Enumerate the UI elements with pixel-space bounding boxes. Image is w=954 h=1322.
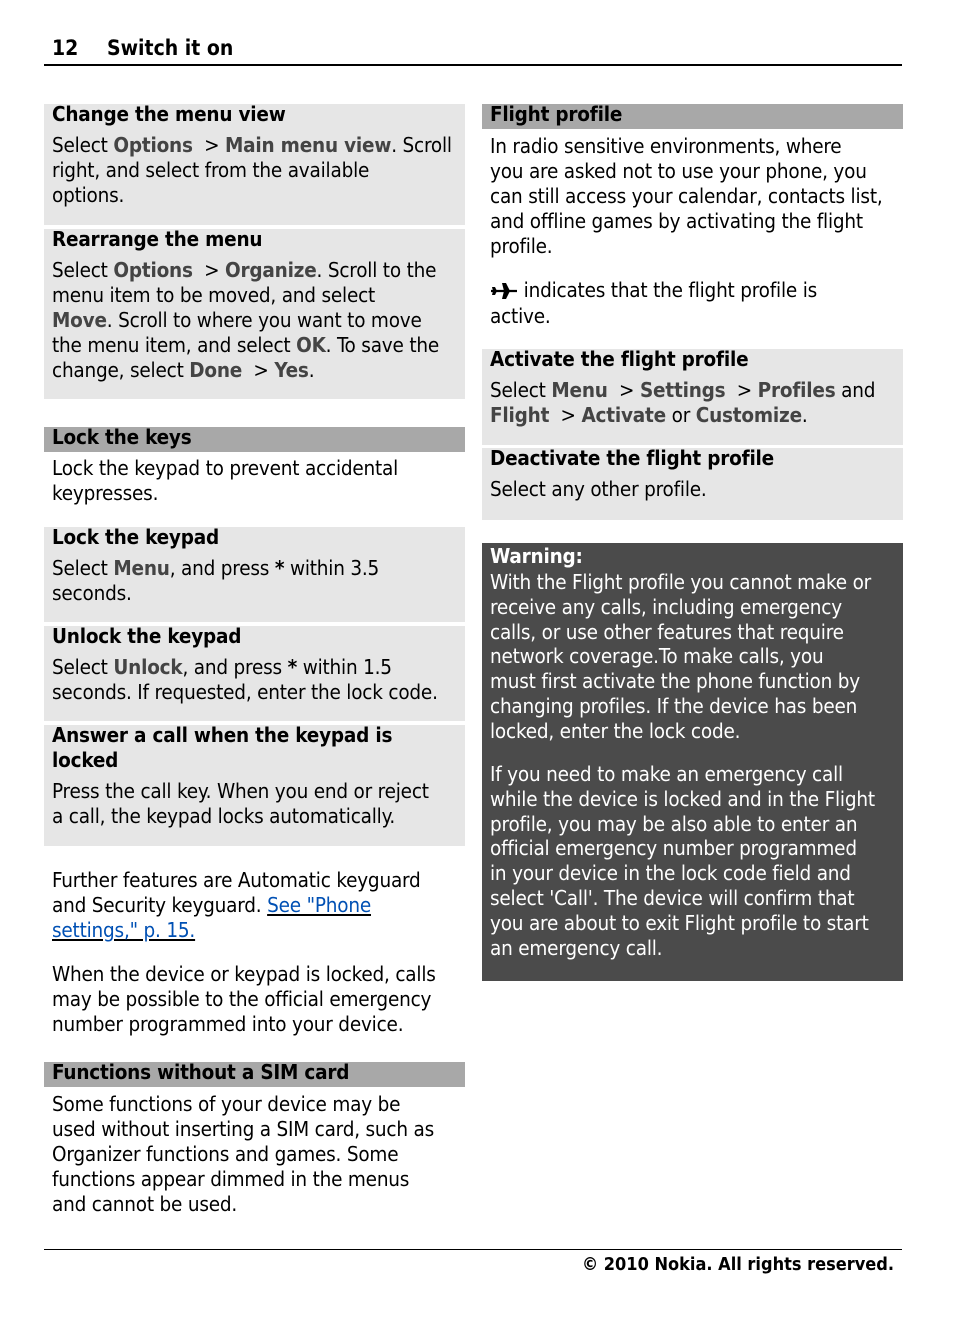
warning-text-line: If you need to make an emergency call: [490, 762, 843, 786]
warning-box: Warning: With the Flight profile you can…: [482, 543, 903, 981]
section-title: Unlock the keypad: [52, 624, 242, 648]
emergency-note-paragraph: When the device or keypad is locked, cal…: [44, 962, 465, 1042]
body-text: functions appear dimmed in the menus: [52, 1167, 410, 1191]
warning-text-line: receive any calls, including emergency: [490, 594, 842, 619]
body-text: keypresses.: [52, 481, 159, 505]
warning-text-line: while the device is locked and in the Fl…: [490, 786, 875, 811]
body-text: you are asked not to use your phone, you: [490, 159, 867, 183]
section-text: options.: [52, 183, 125, 207]
section-title: Activate the flight profile: [490, 347, 749, 371]
section-text: change, select Done > Yes.: [52, 358, 315, 382]
section-deactivate-flight: Deactivate the flight profile Select any…: [482, 446, 903, 520]
section-text: Select Options > Organize. Scroll to the: [52, 258, 437, 282]
section-text: Select Options > Main menu view. Scroll: [52, 133, 452, 157]
flight-profile-intro: In radio sensitive environments, where y…: [482, 134, 903, 334]
section-title: Lock the keypad: [52, 525, 220, 549]
warning-text-line: changing profiles. If the device has bee…: [490, 694, 858, 718]
body-text: When the device or keypad is locked, cal…: [52, 962, 436, 986]
section-title: Flight profile: [490, 102, 623, 126]
airplane-icon: [491, 283, 517, 299]
section-text: Select Menu, and press * within 3.5: [52, 556, 380, 580]
warning-text-line: With the Flight profile you cannot make …: [490, 570, 872, 594]
section-text: Move. Scroll to where you want to move: [52, 308, 422, 332]
no-sim-paragraph: Some functions of your device may be use…: [44, 1092, 465, 1222]
body-text: Some functions of your device may be: [52, 1092, 401, 1116]
body-text: may be possible to the official emergenc…: [52, 987, 432, 1011]
section-change-menu-view: Change the menu view Select Options > Ma…: [44, 102, 465, 225]
page-header: 12 Switch it on: [44, 34, 902, 66]
phone-settings-link[interactable]: See "Phone: [267, 893, 371, 917]
section-text: Press the call key. When you end or reje…: [52, 779, 429, 803]
warning-text-line: profile, you may be also able to enter a…: [490, 811, 858, 836]
section-rearrange-menu: Rearrange the menu Select Options > Orga…: [44, 227, 465, 399]
section-title: Change the menu view: [52, 102, 286, 126]
body-text: active.: [490, 304, 551, 328]
body-text: Lock the keypad to prevent accidental: [52, 456, 399, 480]
warning-text-line: must first activate the phone function b…: [490, 669, 860, 694]
warning-title: Warning:: [490, 544, 583, 568]
warning-text-line: network coverage.To make calls, you: [490, 644, 824, 669]
section-text: seconds. If requested, enter the lock co…: [52, 680, 438, 704]
section-title: Functions without a SIM card: [52, 1060, 350, 1084]
body-text: In radio sensitive environments, where: [490, 134, 842, 158]
section-text: Select any other profile.: [490, 477, 707, 501]
heading-lock-the-keys: Lock the keys: [44, 425, 465, 452]
heading-functions-without-sim: Functions without a SIM card: [44, 1060, 465, 1087]
lock-keys-intro: Lock the keypad to prevent accidental ke…: [44, 456, 465, 511]
body-text: used without inserting a SIM card, such …: [52, 1117, 435, 1141]
section-title: Answer a call when the keypad is: [52, 723, 393, 747]
body-text: Further features are Automatic keyguard: [52, 868, 421, 892]
warning-text-line: in your device in the lock code field an…: [490, 861, 851, 886]
section-lock-keypad: Lock the keypad Select Menu, and press *…: [44, 525, 465, 622]
body-text: and cannot be used.: [52, 1192, 238, 1216]
body-text: profile.: [490, 234, 553, 258]
copyright-notice: © 2010 Nokia. All rights reserved.: [581, 1254, 894, 1275]
warning-text-line: an emergency call.: [490, 935, 663, 960]
section-activate-flight: Activate the flight profile Select Menu …: [482, 347, 903, 445]
section-text: right, and select from the available: [52, 158, 370, 182]
warning-text-line: locked, enter the lock code.: [490, 718, 741, 743]
warning-text-line: you are about to exit Flight profile to …: [490, 910, 869, 935]
body-text: number programmed into your device.: [52, 1012, 404, 1036]
section-text: Select Unlock, and press * within 1.5: [52, 655, 392, 679]
warning-text-line: official emergency number programmed: [490, 836, 857, 861]
section-text: Select Menu > Settings > Profiles and: [490, 378, 876, 402]
section-unlock-keypad: Unlock the keypad Select Unlock, and pre…: [44, 624, 465, 721]
body-text: indicates that the flight profile is: [490, 278, 817, 303]
section-text: the menu item, and select OK. To save th…: [52, 333, 439, 357]
section-title: locked: [52, 748, 119, 772]
further-features-paragraph: Further features are Automatic keyguard …: [44, 868, 465, 948]
body-text: settings," p. 15.: [52, 918, 195, 943]
body-text: Organizer functions and games. Some: [52, 1142, 399, 1166]
section-title: Rearrange the menu: [52, 227, 263, 251]
section-text: a call, the keypad locks automatically.: [52, 804, 396, 828]
section-text: seconds.: [52, 581, 132, 605]
warning-text-line: calls, or use other features that requir…: [490, 619, 844, 644]
phone-settings-link[interactable]: settings," p. 15.: [52, 918, 195, 942]
section-answer-call: Answer a call when the keypad is locked …: [44, 723, 465, 846]
body-text: and offline games by activating the flig…: [490, 209, 863, 233]
page-footer: © 2010 Nokia. All rights reserved.: [44, 1249, 902, 1275]
body-text: can still access your calendar, contacts…: [490, 184, 883, 208]
chapter-title: Switch it on: [107, 36, 234, 60]
page-number: 12: [52, 36, 79, 60]
section-title: Deactivate the flight profile: [490, 446, 774, 470]
section-text: menu item to be moved, and select: [52, 283, 376, 307]
section-title: Lock the keys: [52, 425, 192, 449]
body-text: and Security keyguard. See "Phone: [52, 893, 371, 917]
heading-flight-profile: Flight profile: [482, 102, 903, 129]
section-text: Flight > Activate or Customize.: [490, 403, 808, 427]
warning-text-line: select 'Call'. The device will confirm t…: [490, 886, 855, 910]
